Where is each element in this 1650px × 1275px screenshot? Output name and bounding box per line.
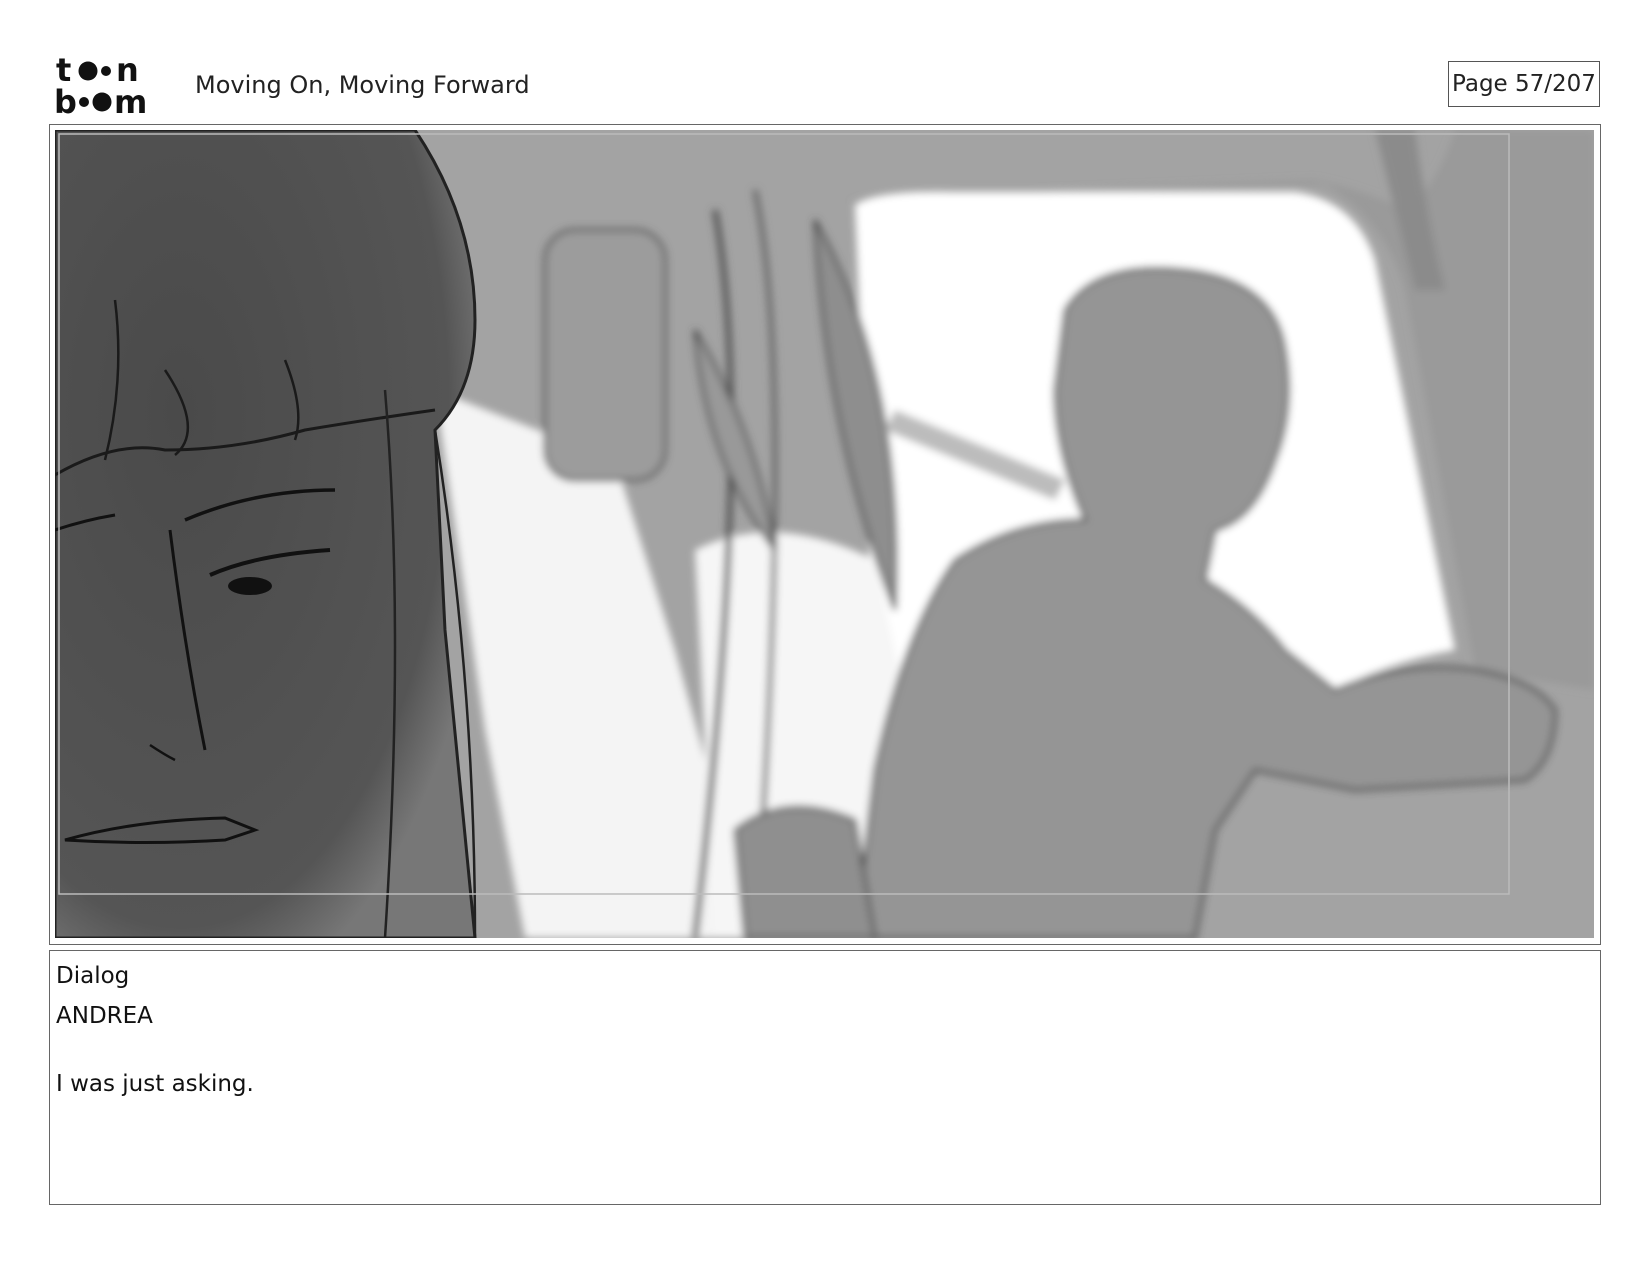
storyboard-panel [49,124,1601,945]
dialog-panel: Dialog ANDREA I was just asking. [49,950,1601,1205]
toon-boom-logo: t n b m [54,53,147,117]
panel-sketch-image [55,130,1594,938]
svg-text:b: b [54,83,77,117]
dialog-speaker: ANDREA [56,1003,153,1029]
page-indicator: Page 57/207 [1448,61,1600,107]
document-title: Moving On, Moving Forward [195,71,530,99]
dialog-header: Dialog [56,963,130,989]
svg-text:m: m [114,83,147,117]
dialog-line: I was just asking. [56,1071,254,1097]
